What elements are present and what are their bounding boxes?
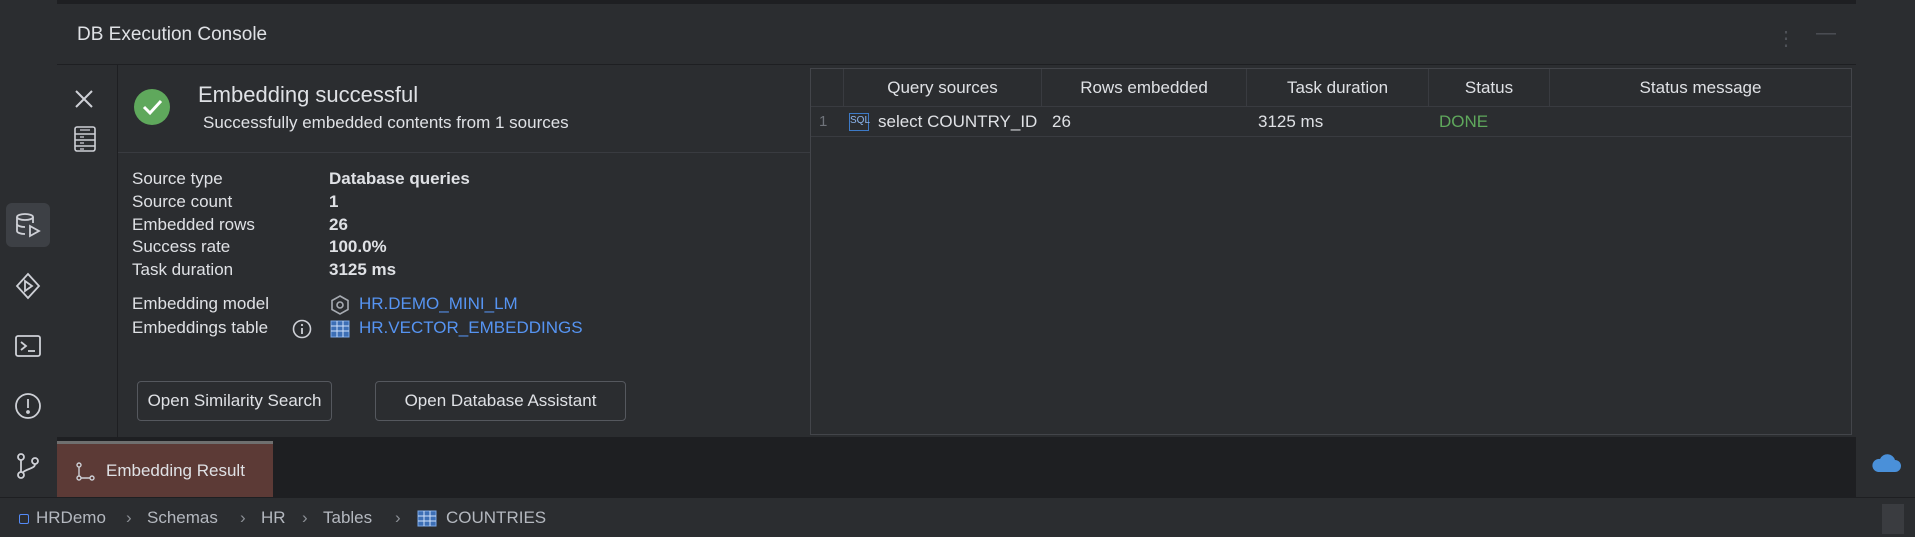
breadcrumb-separator: › xyxy=(126,508,132,527)
open-database-assistant-button[interactable]: Open Database Assistant xyxy=(375,381,626,421)
breadcrumb-tables[interactable]: Tables xyxy=(323,508,372,528)
embedding-model-label: Embedding model xyxy=(132,294,270,313)
breadcrumb-separator: › xyxy=(240,508,246,527)
project-icon xyxy=(19,514,29,524)
info-icon[interactable] xyxy=(292,319,312,339)
tab-embedding-result[interactable]: Embedding Result xyxy=(57,441,273,497)
problems-icon[interactable] xyxy=(6,384,50,428)
left-tool-bar xyxy=(0,0,57,497)
services-icon[interactable] xyxy=(6,264,50,308)
summary-divider xyxy=(118,152,813,153)
tab-label: Embedding Result xyxy=(106,461,245,480)
row-number: 1 xyxy=(819,113,828,130)
column-header-status-message[interactable]: Status message xyxy=(1550,69,1851,106)
table-cell-duration[interactable]: 3125 ms xyxy=(1258,107,1418,136)
status-bar: HRDemo › Schemas › HR › Tables › COUNTRI… xyxy=(0,497,1915,537)
model-icon xyxy=(331,295,349,315)
layout-icon[interactable] xyxy=(74,126,96,152)
terminal-icon[interactable] xyxy=(6,324,50,368)
sql-file-icon: SQL xyxy=(849,112,870,131)
scrollbar[interactable] xyxy=(1882,504,1904,534)
summary-subtitle: Successfully embedded contents from 1 so… xyxy=(203,113,569,132)
breadcrumb-project[interactable]: HRDemo xyxy=(36,508,106,528)
table-icon xyxy=(417,510,437,527)
column-header-rows-embedded[interactable]: Rows embedded xyxy=(1042,69,1247,106)
close-icon[interactable] xyxy=(72,87,96,111)
embeddings-table-link[interactable]: HR.VECTOR_EMBEDDINGS xyxy=(359,318,583,338)
source-count-value: 1 xyxy=(329,192,339,211)
column-header-status[interactable]: Status xyxy=(1429,69,1550,106)
open-similarity-search-button[interactable]: Open Similarity Search xyxy=(137,381,332,421)
success-rate-value: 100.0% xyxy=(329,237,387,256)
task-duration-label: Task duration xyxy=(132,260,234,279)
cloud-icon[interactable] xyxy=(1870,452,1902,474)
source-type-value: Database queries xyxy=(329,169,470,188)
task-duration-value: 3125 ms xyxy=(329,260,397,279)
database-run-icon[interactable] xyxy=(6,203,50,247)
row-divider xyxy=(811,136,1851,137)
execution-console-panel: DB Execution Console ⋮ — Embedding succe… xyxy=(57,4,1856,438)
table-cell-query[interactable]: SQL select COUNTRY_ID xyxy=(849,107,1042,136)
breadcrumb-table[interactable]: COUNTRIES xyxy=(446,508,546,528)
source-count-label: Source count xyxy=(132,192,233,211)
summary-title: Embedding successful xyxy=(198,82,419,107)
column-header-query-sources[interactable]: Query sources xyxy=(844,69,1042,106)
embedded-rows-label: Embedded rows xyxy=(132,215,255,234)
success-rate-label: Success rate xyxy=(132,237,231,256)
breadcrumb-schema[interactable]: HR xyxy=(261,508,286,528)
more-options-icon[interactable]: ⋮ xyxy=(1776,26,1796,51)
breadcrumb-separator: › xyxy=(395,508,401,527)
embedded-rows-value: 26 xyxy=(329,215,348,234)
embeddings-table-label: Embeddings table xyxy=(132,318,269,337)
table-cell-rows[interactable]: 26 xyxy=(1052,107,1232,136)
success-check-icon xyxy=(134,89,170,125)
source-type-label: Source type xyxy=(132,169,223,188)
embedding-result-icon xyxy=(76,462,95,481)
results-table: Query sources Rows embedded Task duratio… xyxy=(810,68,1852,435)
breadcrumb-separator: › xyxy=(302,508,308,527)
git-icon[interactable] xyxy=(6,444,50,488)
minimize-icon[interactable]: — xyxy=(1816,22,1836,45)
right-tool-bar xyxy=(1856,0,1915,497)
panel-toolbar xyxy=(57,65,118,437)
column-header-task-duration[interactable]: Task duration xyxy=(1247,69,1429,106)
table-cell-status-message[interactable] xyxy=(1560,107,1840,136)
panel-title: DB Execution Console xyxy=(77,24,268,45)
embedding-model-link[interactable]: HR.DEMO_MINI_LM xyxy=(359,294,518,314)
query-text: select COUNTRY_ID xyxy=(878,111,1038,131)
breadcrumb-schemas[interactable]: Schemas xyxy=(147,508,218,528)
row-number-header xyxy=(811,69,844,106)
header-divider xyxy=(57,64,1856,65)
table-icon xyxy=(330,320,350,338)
table-cell-status[interactable]: DONE xyxy=(1439,107,1539,136)
